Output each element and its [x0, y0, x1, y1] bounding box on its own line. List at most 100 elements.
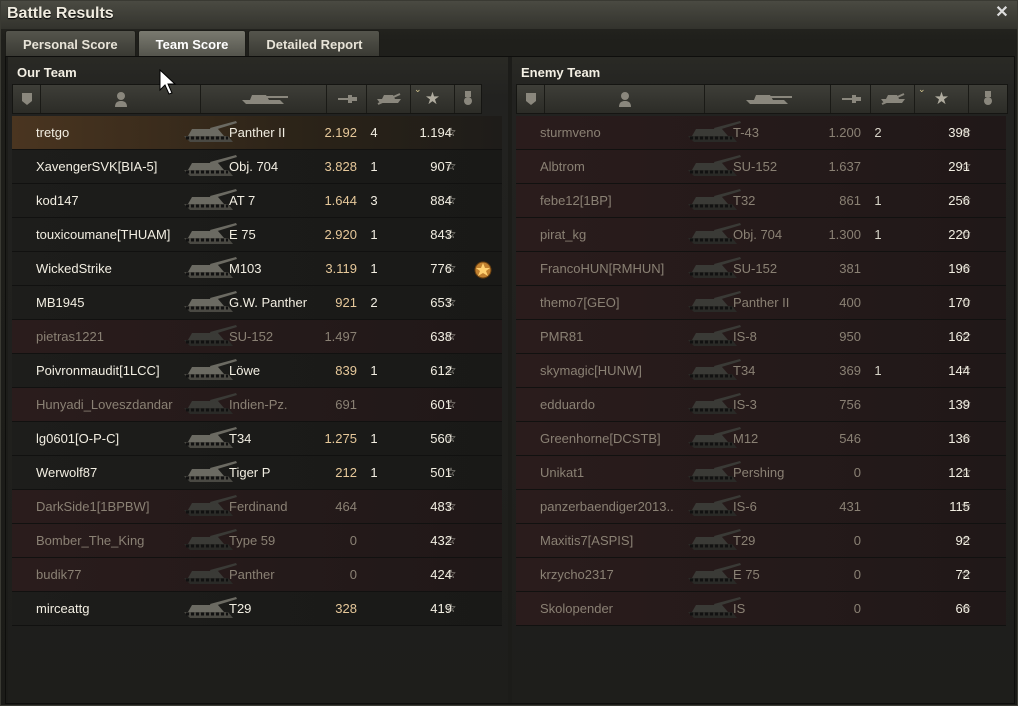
table-row[interactable]: pietras1221 SU-152 1.497 638 ☆ [12, 320, 502, 354]
damage-value: 1.275 [324, 431, 357, 446]
damage-column-header[interactable] [327, 85, 367, 113]
tab-detailed-report[interactable]: Detailed Report [248, 30, 381, 56]
table-row[interactable]: DarkSide1[1BPBW] Ferdinand 464 483 ☆ [12, 490, 502, 524]
table-row[interactable]: kod147 AT 7 1.644 3 884 ☆ [12, 184, 502, 218]
player-name: Albtrom [540, 159, 585, 174]
table-row[interactable]: PMR81 IS-8 950 162 ☆ [516, 320, 1006, 354]
damage-value: 328 [335, 601, 357, 616]
medal-icon [464, 91, 472, 105]
tab-personal-score[interactable]: Personal Score [5, 30, 136, 56]
table-row[interactable]: tretgo Panther II 2.192 4 1.194 ☆ [12, 116, 502, 150]
xp-star-icon: ★ [933, 89, 950, 108]
our-team-title: Our Team [17, 65, 77, 80]
medal-column-header[interactable] [969, 85, 1007, 113]
kills-column-header[interactable] [367, 85, 411, 113]
xp-star-icon: ☆ [445, 193, 457, 207]
player-name: edduardo [540, 397, 595, 412]
damage-value: 2.192 [324, 125, 357, 140]
player-name: febe12[1BP] [540, 193, 612, 208]
table-row[interactable]: skymagic[HUNW] T34 369 1 144 ☆ [516, 354, 1006, 388]
kills-value [868, 252, 888, 285]
player-name: krzycho2317 [540, 567, 614, 582]
vehicle-column-header[interactable] [201, 85, 327, 113]
table-row[interactable]: Poivronmaudit[1LCC] Löwe 839 1 612 ☆ [12, 354, 502, 388]
sort-arrow-icon: ⌄ [414, 84, 422, 94]
player-icon [618, 92, 631, 107]
kills-column-header[interactable] [871, 85, 915, 113]
table-row[interactable]: febe12[1BP] T32 861 1 256 ☆ [516, 184, 1006, 218]
damage-value: 0 [349, 533, 357, 548]
table-row[interactable]: Bomber_The_King Type 59 0 432 ☆ [12, 524, 502, 558]
table-row[interactable]: Maxitis7[ASPIS] T29 0 92 ☆ [516, 524, 1006, 558]
table-row[interactable]: Albtrom SU-152 1.637 291 ☆ [516, 150, 1006, 184]
platoon-column-header[interactable] [13, 85, 41, 113]
xp-star-icon: ☆ [445, 397, 457, 411]
kills-value [364, 490, 384, 523]
damage-column-header[interactable] [831, 85, 871, 113]
damage-value: 381 [839, 261, 861, 276]
table-row[interactable]: Hunyadi_Loveszdandar Indien-Pz. 691 601 ☆ [12, 388, 502, 422]
xp-column-header[interactable]: ⌄ ★ [411, 84, 455, 113]
table-row[interactable]: Skolopender IS 0 66 ☆ [516, 592, 1006, 626]
xp-column-header[interactable]: ⌄ ★ [915, 84, 969, 113]
sort-arrow-icon: ⌄ [918, 84, 926, 94]
player-name: sturmveno [540, 125, 601, 140]
damage-value: 546 [839, 431, 861, 446]
xp-star-icon: ☆ [960, 193, 972, 207]
table-row[interactable]: WickedStrike M103 3.119 1 776 ☆ [12, 252, 502, 286]
kills-value [868, 320, 888, 353]
our-team-panel: Our Team ⌄ ★ tretgo Panther II 2.192 4 1… [8, 57, 508, 703]
table-row[interactable]: Greenhorne[DCSTB] M12 546 136 ☆ [516, 422, 1006, 456]
kills-value [364, 524, 384, 557]
table-row[interactable]: Unikat1 Pershing 0 121 ☆ [516, 456, 1006, 490]
table-row[interactable]: FrancoHUN[RMHUN] SU-152 381 196 ☆ [516, 252, 1006, 286]
platoon-icon [525, 93, 536, 105]
table-row[interactable]: pirat_kg Obj. 704 1.300 1 220 ☆ [516, 218, 1006, 252]
table-row[interactable]: XavengerSVK[BIA-5] Obj. 704 3.828 1 907 ☆ [12, 150, 502, 184]
damage-value: 756 [839, 397, 861, 412]
window-title: Battle Results [7, 5, 114, 22]
damage-value: 431 [839, 499, 861, 514]
table-row[interactable]: budik77 Panther 0 424 ☆ [12, 558, 502, 592]
table-row[interactable]: touxicoumane[THUAM] E 75 2.920 1 843 ☆ [12, 218, 502, 252]
table-row[interactable]: krzycho2317 E 75 0 72 ☆ [516, 558, 1006, 592]
xp-star-icon: ☆ [960, 499, 972, 513]
vehicle-column-header[interactable] [705, 85, 831, 113]
xp-star-icon: ☆ [960, 261, 972, 275]
damage-value: 0 [853, 533, 861, 548]
player-icon [114, 92, 127, 107]
table-row[interactable]: Werwolf87 Tiger P 212 1 501 ☆ [12, 456, 502, 490]
platoon-column-header[interactable] [517, 85, 545, 113]
kills-value: 1 [370, 431, 378, 446]
damage-value: 212 [335, 465, 357, 480]
table-row[interactable]: MB1945 G.W. Panther 921 2 653 ☆ [12, 286, 502, 320]
player-name: Poivronmaudit[1LCC] [36, 363, 160, 378]
player-column-header[interactable] [545, 85, 705, 113]
table-row[interactable]: mirceattg T29 328 419 ☆ [12, 592, 502, 626]
kills-icon [376, 93, 401, 105]
xp-star-icon: ☆ [960, 465, 972, 479]
kills-value [868, 524, 888, 557]
player-column-header[interactable] [41, 85, 201, 113]
xp-star-icon: ☆ [960, 329, 972, 343]
table-row[interactable]: edduardo IS-3 756 139 ☆ [516, 388, 1006, 422]
table-row[interactable]: themo7[GEO] Panther II 400 170 ☆ [516, 286, 1006, 320]
our-team-table: tretgo Panther II 2.192 4 1.194 ☆ XavengerSVK[… [12, 116, 502, 626]
close-icon[interactable]: ✕ [993, 4, 1011, 22]
kills-value [364, 592, 384, 625]
xp-star-icon: ☆ [960, 159, 972, 173]
player-name: kod147 [36, 193, 79, 208]
damage-value: 839 [335, 363, 357, 378]
table-row[interactable]: sturmveno T-43 1.200 2 398 ☆ [516, 116, 1006, 150]
medal-column-header[interactable] [455, 85, 481, 113]
tab-team-score[interactable]: Team Score [137, 30, 247, 56]
table-row[interactable]: lg0601[O-P-C] T34 1.275 1 560 ☆ [12, 422, 502, 456]
player-name: touxicoumane[THUAM] [36, 227, 171, 242]
tank-icon [745, 95, 792, 104]
damage-value: 400 [839, 295, 861, 310]
medal-icon [984, 91, 992, 105]
player-name: skymagic[HUNW] [540, 363, 642, 378]
xp-star-icon: ☆ [445, 601, 457, 615]
player-name: tretgo [36, 125, 70, 140]
table-row[interactable]: panzerbaendiger2013.. IS-6 431 115 ☆ [516, 490, 1006, 524]
